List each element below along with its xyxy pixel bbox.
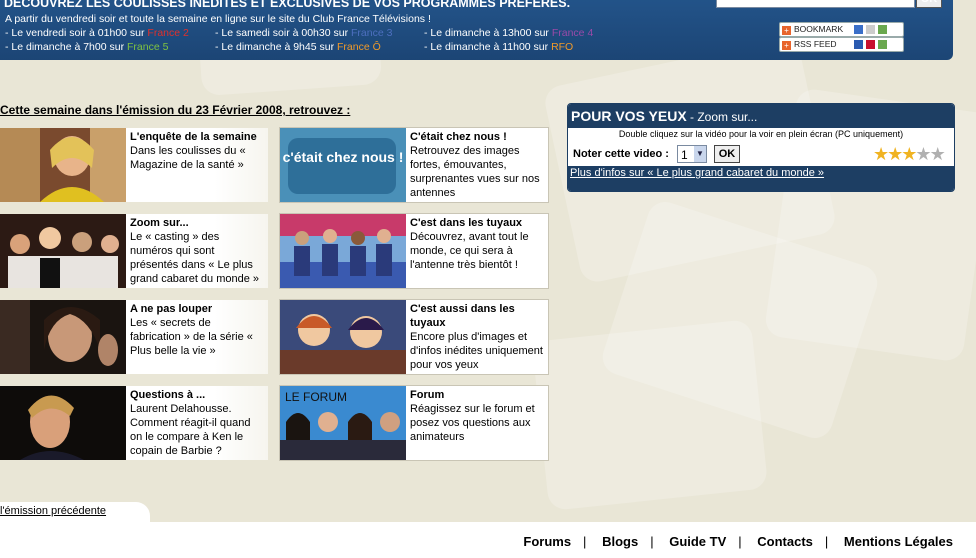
channel-link[interactable]: France 4 (552, 27, 593, 39)
chevron-down-icon: ▼ (694, 146, 706, 162)
banner-subline: A partir du vendredi soir et toute la se… (5, 13, 431, 25)
card-title[interactable]: Zoom sur... (130, 216, 264, 230)
footer-link-guide-tv[interactable]: Guide TV (669, 534, 726, 549)
channel-link[interactable]: France 3 (351, 27, 392, 39)
schedule-item: - Le dimanche à 9h45 sur France Ô (215, 41, 381, 53)
thumbnail-image[interactable] (0, 386, 126, 460)
card-title[interactable]: L'enquête de la semaine (130, 130, 264, 144)
card-text: Dans les coulisses du « Magazine de la s… (130, 145, 246, 171)
card-text: Les « secrets de fabrication » de la sér… (130, 317, 253, 357)
delicious-icon (854, 25, 863, 34)
search-input[interactable] (716, 0, 915, 8)
video-panel: POUR VOS YEUX - Zoom sur... Double cliqu… (567, 103, 955, 192)
schedule-item: - Le dimanche à 7h00 sur France 5 (5, 41, 169, 53)
channel-link[interactable]: RFO (551, 41, 573, 53)
card-text: Le « casting » des numéros qui sont prés… (130, 231, 260, 285)
star-icon[interactable]: ★ (873, 144, 889, 164)
card-title[interactable]: C'est aussi dans les tuyaux (410, 302, 544, 330)
yahoo-icon (866, 40, 875, 49)
panel-hint: Double cliquez sur la vidéo pour la voir… (618, 129, 904, 139)
thumbnail-image[interactable] (280, 214, 406, 288)
thumbnail-image[interactable] (0, 214, 126, 288)
footer-link-mentions[interactable]: Mentions Légales (844, 534, 953, 549)
site-icon (878, 40, 887, 49)
card-title[interactable]: Forum (410, 388, 544, 402)
footer: Forums | Blogs | Guide TV | Contacts | Menti… (0, 522, 976, 558)
star-rating[interactable]: ★★★★★ (873, 144, 946, 165)
schedule-item: - Le samedi soir à 00h30 sur France 3 (215, 27, 393, 39)
card-louper[interactable]: A ne pas louper Les « secrets de fabricat… (0, 300, 268, 374)
card-aussi-tuyaux[interactable]: C'est aussi dans les tuyaux Encore plus d… (279, 299, 549, 375)
card-title[interactable]: C'est dans les tuyaux (410, 216, 544, 230)
thumbnail-logo-text: c'était chez nous ! (283, 149, 404, 165)
card-text: Encore plus d'images et d'infos inédites… (410, 331, 543, 371)
panel-footer-bar: Plus d'infos sur « Le plus grand cabaret… (568, 166, 954, 191)
star-icon[interactable]: ★ (930, 144, 946, 164)
card-text: Laurent Delahousse. Comment réagit-il qu… (130, 403, 251, 457)
card-forum[interactable]: LE FORUM Forum Réagissez sur le forum et … (279, 385, 549, 461)
more-info-link[interactable]: Plus d'infos sur « Le plus grand cabaret… (570, 167, 824, 179)
thumbnail-image[interactable]: c'était chez nous ! (280, 128, 406, 202)
card-title[interactable]: Questions à ... (130, 388, 264, 402)
footer-links: Forums | Blogs | Guide TV | Contacts | Menti… (523, 534, 953, 549)
panel-title: POUR VOS YEUX (571, 108, 687, 124)
card-enquete[interactable]: L'enquête de la semaine Dans les coulisse… (0, 128, 268, 202)
card-questions[interactable]: Questions à ... Laurent Delahousse. Comme… (0, 386, 268, 460)
bookmark-button[interactable]: + BOOKMARK (779, 22, 904, 37)
card-text: Découvrez, avant tout le monde, ce qui s… (410, 231, 529, 271)
footer-link-contacts[interactable]: Contacts (757, 534, 813, 549)
card-title[interactable]: C'était chez nous ! (410, 130, 544, 144)
digg-icon (866, 25, 875, 34)
schedule-item: - Le dimanche à 11h00 sur RFO (424, 41, 574, 53)
rating-select[interactable]: 1 ▼ (677, 145, 707, 163)
thumbnail-image[interactable]: LE FORUM (280, 386, 406, 460)
thumbnail-logo-text: LE FORUM (285, 390, 347, 404)
channel-link[interactable]: France 5 (127, 41, 168, 53)
thumbnail-image[interactable] (0, 128, 126, 202)
schedule-item: - Le dimanche à 13h00 sur France 4 (424, 27, 594, 39)
site-icon (878, 25, 887, 34)
thumbnail-image[interactable] (0, 300, 126, 374)
search-ok-button[interactable]: OK (916, 0, 942, 8)
star-icon[interactable]: ★ (915, 144, 931, 164)
footer-link-forums[interactable]: Forums (523, 534, 571, 549)
previous-episode-link[interactable]: l'émission précédente (0, 505, 106, 517)
star-icon[interactable]: ★ (887, 144, 903, 164)
card-tuyaux[interactable]: C'est dans les tuyaux Découvrez, avant to… (279, 213, 549, 289)
card-zoom[interactable]: Zoom sur... Le « casting » des numéros qu… (0, 214, 268, 288)
plus-icon: + (782, 41, 791, 50)
channel-link[interactable]: France Ô (337, 41, 381, 53)
rating-ok-button[interactable]: OK (714, 145, 740, 163)
card-text: Réagissez sur le forum et posez vos ques… (410, 403, 535, 443)
section-title: Cette semaine dans l'émission du 23 Févr… (0, 103, 351, 117)
card-text: Retrouvez des images fortes, émouvantes,… (410, 145, 540, 199)
footer-link-blogs[interactable]: Blogs (602, 534, 638, 549)
thumbnail-image[interactable] (280, 300, 406, 374)
card-title[interactable]: A ne pas louper (130, 302, 264, 316)
star-icon[interactable]: ★ (901, 144, 917, 164)
panel-subtitle: - Zoom sur... (686, 110, 758, 124)
card-chez-nous[interactable]: c'était chez nous ! C'était chez nous ! R… (279, 127, 549, 203)
top-banner: DÉCOUVREZ LES COULISSES INÉDITES ET EXCL… (0, 0, 953, 60)
banner-headline: DÉCOUVREZ LES COULISSES INÉDITES ET EXCL… (4, 0, 571, 10)
rate-label: Noter cette video : (573, 148, 669, 160)
panel-header: POUR VOS YEUX - Zoom sur... (568, 104, 954, 128)
previous-episode-tab: l'émission précédente (0, 502, 150, 522)
plus-icon: + (782, 26, 791, 35)
schedule-item: - Le vendredi soir à 01h00 sur France 2 (5, 27, 189, 39)
rss-feed-button[interactable]: + RSS FEED (779, 37, 904, 52)
bloglines-icon (854, 40, 863, 49)
channel-link[interactable]: France 2 (147, 27, 188, 39)
